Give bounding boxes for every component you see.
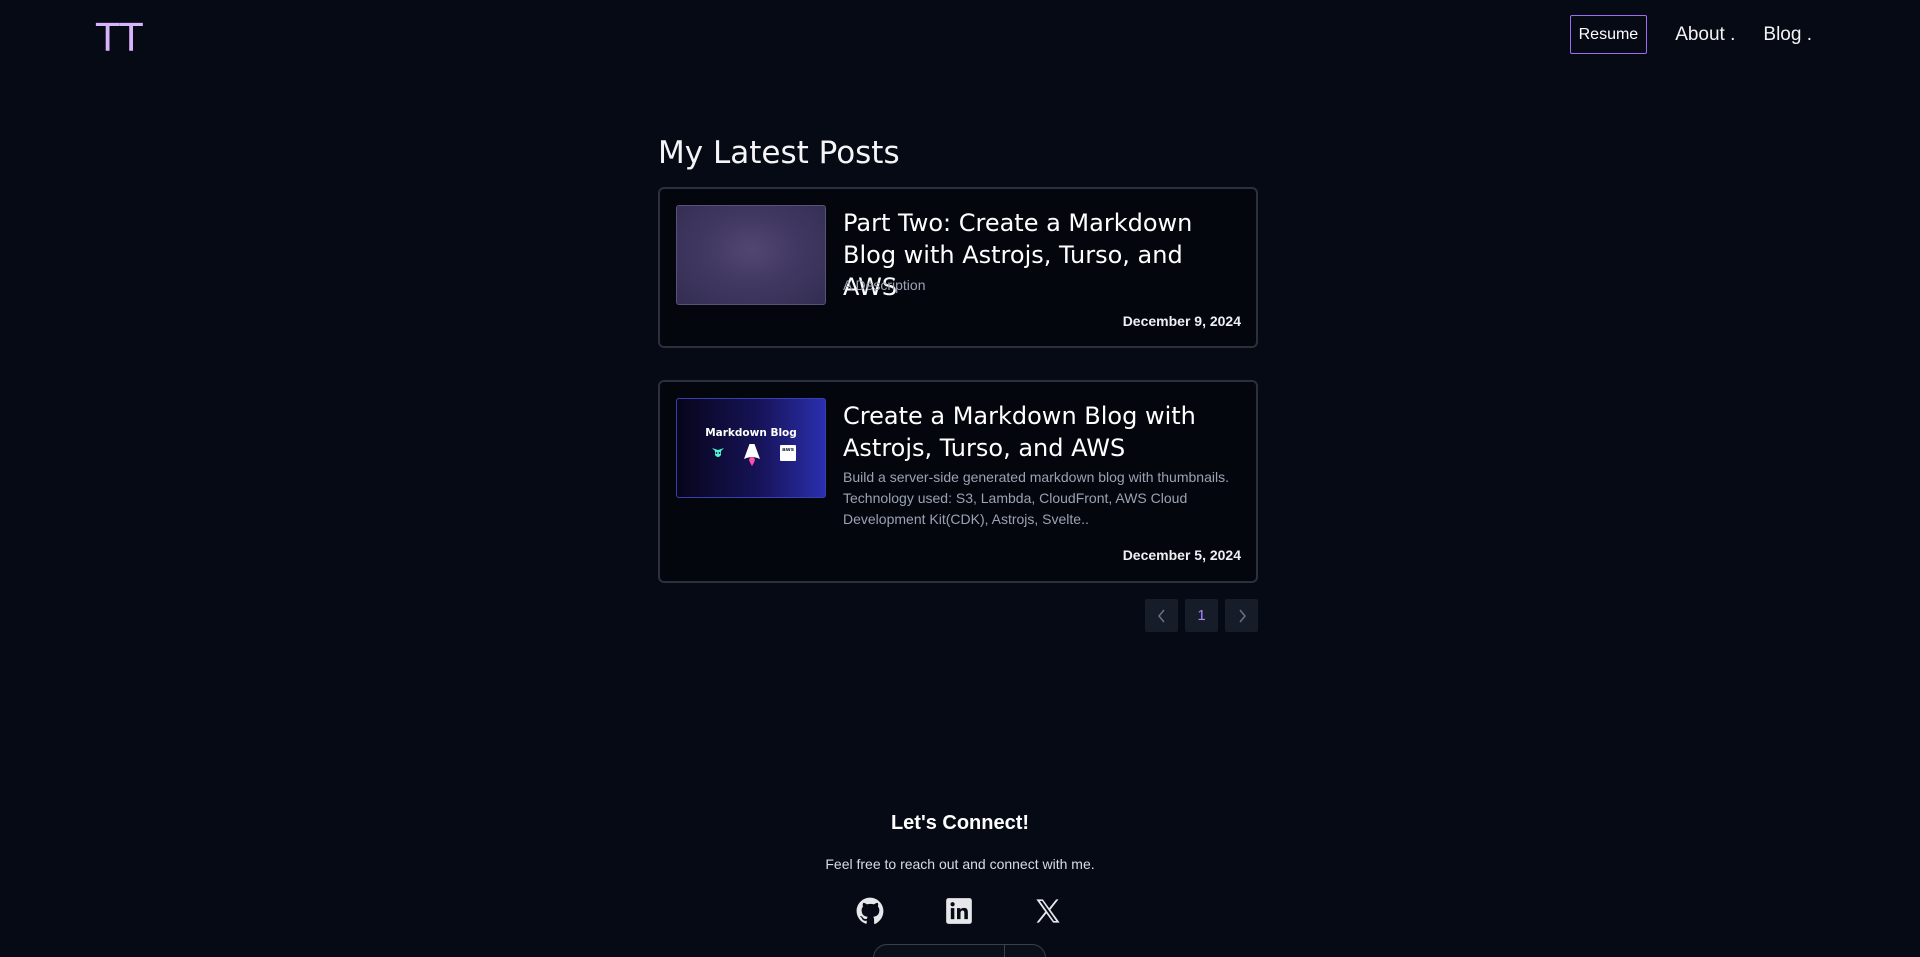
next-page-button[interactable] [1225,599,1258,632]
divider [1004,945,1005,957]
post-description: A Description [843,277,926,293]
post-card[interactable]: Markdown Blog aws Create a Markdown Blog… [658,380,1258,583]
chevron-left-icon [1157,609,1165,622]
astro-icon [744,444,760,466]
linkedin-icon [946,898,972,924]
page-title: My Latest Posts [658,135,900,171]
connect-subtitle: Feel free to reach out and connect with … [825,856,1095,872]
page-number-button[interactable]: 1 [1185,599,1218,632]
post-description: Build a server-side generated markdown b… [843,469,1229,527]
nav-link-about[interactable]: About . [1675,24,1735,46]
github-icon [856,897,884,924]
site-logo[interactable]: TT [96,16,144,60]
chevron-right-icon [1238,609,1246,622]
resume-button[interactable]: Resume [1569,15,1648,54]
post-date: December 5, 2024 [1122,547,1241,563]
connect-title: Let's Connect! [890,812,1030,834]
social-links [856,897,1062,925]
nav-link-blog[interactable]: Blog . [1763,24,1812,46]
x-link[interactable] [1034,897,1062,925]
github-link[interactable] [856,897,884,925]
x-icon [1036,899,1060,923]
aws-icon: aws [780,445,796,461]
post-card[interactable]: Part Two: Create a Markdown Blog with As… [658,187,1258,348]
linkedin-link[interactable] [945,897,973,925]
turso-icon [712,448,724,457]
footer-control-bar[interactable] [873,944,1046,957]
post-title[interactable]: Create a Markdown Blog with Astrojs, Tur… [843,400,1243,464]
post-thumbnail[interactable] [676,205,826,305]
post-date: December 9, 2024 [1122,313,1241,329]
prev-page-button[interactable] [1145,599,1178,632]
post-thumbnail[interactable]: Markdown Blog aws [676,398,826,498]
thumbnail-title: Markdown Blog [705,427,797,439]
main-nav: Resume About . Blog . [1569,15,1812,54]
pagination: 1 [1145,599,1258,632]
